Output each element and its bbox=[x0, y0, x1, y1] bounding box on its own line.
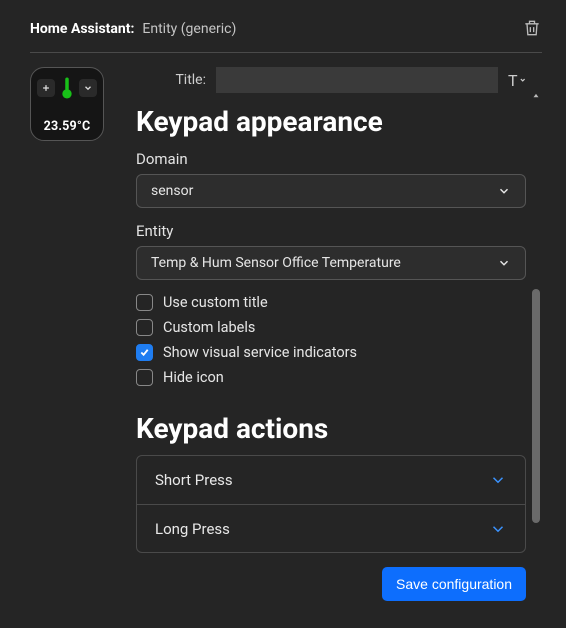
scrollbar[interactable] bbox=[530, 67, 542, 610]
title-row: Title: T bbox=[136, 67, 526, 93]
entity-label: Entity bbox=[136, 222, 526, 240]
chevron-down-icon bbox=[83, 83, 93, 93]
domain-value: sensor bbox=[151, 183, 193, 199]
title-label: Title: bbox=[136, 72, 206, 88]
header-title-group: Home Assistant: Entity (generic) bbox=[30, 21, 236, 37]
check-hide-icon[interactable]: Hide icon bbox=[136, 369, 526, 386]
check-label: Show visual service indicators bbox=[163, 344, 357, 361]
actions-accordion: Short Press Long Press bbox=[136, 455, 526, 553]
check-show-indicators[interactable]: Show visual service indicators bbox=[136, 344, 526, 361]
action-label: Long Press bbox=[155, 520, 230, 538]
title-format-button[interactable]: T bbox=[508, 71, 526, 90]
scrollbar-thumb[interactable] bbox=[532, 289, 540, 523]
trash-icon bbox=[522, 18, 542, 38]
checkbox-icon bbox=[136, 344, 153, 361]
entity-value: Temp & Hum Sensor Office Temperature bbox=[151, 255, 401, 271]
save-button[interactable]: Save configuration bbox=[382, 567, 526, 601]
domain-label: Domain bbox=[136, 150, 526, 168]
check-custom-labels[interactable]: Custom labels bbox=[136, 319, 526, 336]
divider bbox=[30, 52, 542, 53]
chevron-down-icon bbox=[497, 184, 511, 198]
action-long-press[interactable]: Long Press bbox=[137, 504, 525, 552]
scroll-up-icon bbox=[531, 91, 541, 101]
action-label: Short Press bbox=[155, 471, 233, 489]
footer: Save configuration bbox=[136, 567, 526, 601]
header: Home Assistant: Entity (generic) bbox=[30, 18, 542, 52]
chevron-down-icon bbox=[489, 471, 507, 489]
chevron-down-icon bbox=[519, 76, 526, 84]
tile-value: 23.59°C bbox=[44, 119, 91, 134]
section-appearance-heading: Keypad appearance bbox=[136, 105, 526, 138]
entity-select[interactable]: Temp & Hum Sensor Office Temperature bbox=[136, 246, 526, 280]
checkbox-group: Use custom title Custom labels Show visu… bbox=[136, 294, 526, 386]
chevron-down-icon bbox=[489, 520, 507, 538]
app-name: Home Assistant: bbox=[30, 21, 134, 37]
preview-column: 23.59°C bbox=[30, 67, 120, 610]
keypad-preview-tile[interactable]: 23.59°C bbox=[30, 67, 104, 141]
config-form: Title: T Keypad appearance Domain sensor… bbox=[136, 67, 530, 610]
plus-icon bbox=[41, 83, 51, 93]
check-label: Hide icon bbox=[163, 369, 224, 386]
tile-expand-button[interactable] bbox=[79, 79, 97, 97]
check-use-custom-title[interactable]: Use custom title bbox=[136, 294, 526, 311]
delete-button[interactable] bbox=[522, 18, 542, 40]
check-label: Use custom title bbox=[163, 294, 268, 311]
check-label: Custom labels bbox=[163, 319, 255, 336]
checkbox-icon bbox=[136, 319, 153, 336]
action-short-press[interactable]: Short Press bbox=[137, 456, 525, 504]
chevron-down-icon bbox=[497, 256, 511, 270]
tile-top-row bbox=[37, 76, 97, 100]
domain-select[interactable]: sensor bbox=[136, 174, 526, 208]
title-format-t: T bbox=[508, 71, 518, 90]
entity-type: Entity (generic) bbox=[142, 21, 236, 37]
title-input[interactable] bbox=[216, 67, 498, 93]
thermometer-icon bbox=[60, 76, 74, 100]
checkbox-icon bbox=[136, 369, 153, 386]
section-actions-heading: Keypad actions bbox=[136, 412, 526, 445]
check-icon bbox=[139, 347, 150, 358]
checkbox-icon bbox=[136, 294, 153, 311]
scrollbar-track[interactable] bbox=[531, 101, 541, 610]
tile-add-button[interactable] bbox=[37, 79, 55, 97]
